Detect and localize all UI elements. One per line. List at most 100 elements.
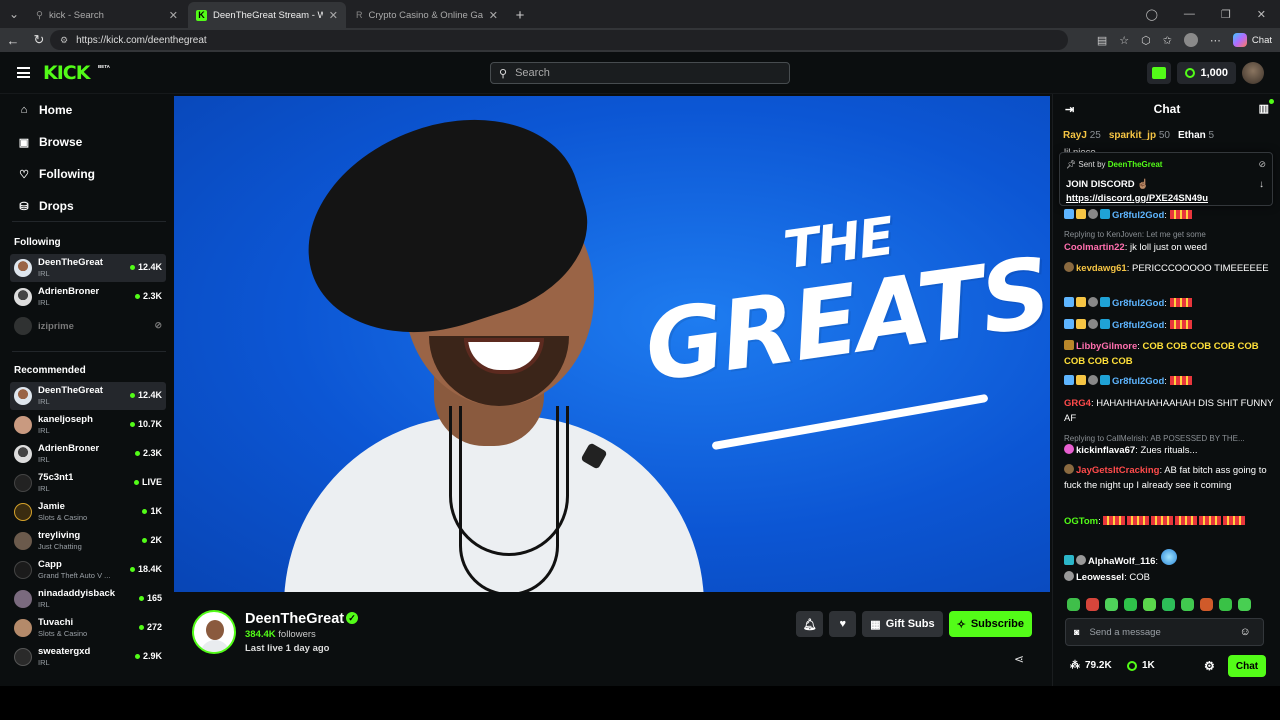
sidebar-channel[interactable]: ninadaddyisback IRL 165 [10,585,166,613]
emote-icon [1169,320,1192,329]
chat-input-box[interactable]: ◙ ☺ [1065,618,1264,646]
emote-icon[interactable] [1162,598,1175,611]
channel-category: IRL [38,600,50,609]
close-window-icon[interactable]: ✕ [1257,8,1266,21]
tab-list-menu-icon[interactable]: ⌄ [0,0,28,28]
sidebar-channel[interactable]: DeenTheGreat IRL 12.4K [10,382,166,410]
copilot-chat-button[interactable]: Chat [1232,33,1272,47]
minimize-icon[interactable]: — [1184,8,1195,20]
channel-name: AdrienBroner [38,286,100,297]
search-input[interactable] [515,67,766,79]
back-arrow-icon[interactable]: ← [0,33,26,48]
channel-avatar [14,317,32,335]
favorite-star-icon[interactable]: ☆ [1119,34,1129,47]
profile-avatar[interactable] [1183,33,1198,47]
emote-icon[interactable] [1086,598,1099,611]
new-tab-icon[interactable]: + [508,2,532,28]
maximize-icon[interactable]: ❐ [1221,8,1231,21]
sidebar-nav-home[interactable]: ⌂ Home [18,103,73,117]
collapse-chat-icon[interactable]: ⇥ [1065,103,1074,116]
viewer-count: 272 [139,622,162,632]
site-info-icon[interactable]: ⚙ [60,35,68,46]
sidebar-channel[interactable]: kaneljoseph IRL 10.7K [10,411,166,439]
sidebar-channel[interactable]: Tuvachi Slots & Casino 272 [10,614,166,642]
sidebar-channel[interactable]: AdrienBroner IRL 2.3K [10,283,166,311]
emote-icon[interactable] [1143,598,1156,611]
refresh-icon[interactable]: ↻ [26,32,52,48]
expand-arrow-icon[interactable]: ↓ [1259,179,1264,190]
sidebar-channel[interactable]: sweatergxd IRL 2.9K [10,643,166,671]
search-icon: ⚲ [36,9,43,21]
favorites-icon[interactable]: ✩ [1163,34,1172,47]
browser-tab-search[interactable]: ⚲ kick - Search ✕ [28,2,186,28]
sidebar-channel[interactable]: 75c3nt1 IRL LIVE [10,469,166,497]
gift-icon[interactable] [1147,62,1172,84]
channel-avatar [14,619,32,637]
menu-hamburger-icon[interactable] [17,67,30,78]
emote-icon[interactable] [1124,598,1137,611]
channel-points[interactable]: ⁂ 79.2K [1070,660,1112,671]
close-tab-icon[interactable]: ✕ [489,9,498,22]
sidebar-nav-following[interactable]: ♡ Following [18,167,95,181]
pinned-message[interactable]: 📌︎ Sent by DeenTheGreat JOIN DISCORD ☝🏽 … [1059,152,1273,206]
notification-bell-button[interactable]: 🔔︎ [796,611,824,637]
following-section-title: Following [14,237,61,248]
profile-circle-icon[interactable]: ◯ [1146,8,1158,21]
sidebar-nav-drops[interactable]: ⛁ Drops [18,199,74,213]
chat-users-icon[interactable]: ▥ [1259,102,1269,115]
more-options-icon[interactable]: ⋯ [1210,34,1221,47]
sidebar-channel[interactable]: treyliving Just Chatting 2K [10,527,166,555]
gift-leaderboard[interactable]: RayJ 25 sparkit_jp 50 Ethan 5 [1063,130,1280,141]
hide-eye-icon[interactable]: ⊘ [1258,159,1266,170]
user-avatar[interactable] [1242,62,1264,84]
channel-name: kaneljoseph [38,414,93,425]
browse-icon: ▣ [18,136,30,149]
kicks-balance-button[interactable]: 1,000 [1177,62,1236,84]
nav-label: Drops [39,199,74,213]
sidebar-channel[interactable]: Capp Grand Theft Auto V ... 18.4K [10,556,166,584]
gear-icon[interactable]: ⚙ [1204,659,1215,673]
close-tab-icon[interactable]: ✕ [169,9,178,22]
sidebar-nav-browse[interactable]: ▣ Browse [18,135,83,149]
emote-icon[interactable] [1219,598,1232,611]
chat-message: Gr8ful2God: [1064,374,1274,389]
kicks-points[interactable]: 1K [1127,660,1155,671]
subscribe-button[interactable]: ✧ Subscribe [948,611,1032,637]
kick-logo[interactable]: KICK [43,63,90,83]
close-tab-icon[interactable]: ✕ [329,9,338,22]
extensions-icon[interactable]: ⬡ [1141,34,1151,47]
channel-name: iziprime [38,321,74,332]
emote-icon[interactable] [1181,598,1194,611]
streamer-avatar[interactable] [192,610,236,654]
sidebar-channel[interactable]: Jamie Slots & Casino 1K [10,498,166,526]
chat-input[interactable] [1089,626,1230,638]
chat-message: Gr8ful2God: [1064,318,1274,333]
emote-icon[interactable] [1067,598,1080,611]
browser-tab-kick-stream[interactable]: K DeenTheGreat Stream - Watch Live ✕ [188,2,346,28]
streamer-name[interactable]: DeenTheGreat [245,611,344,627]
drops-icon: ⛁ [19,200,29,213]
emote-icon[interactable] [1238,598,1251,611]
chat-header: ⇥ Chat ▥ [1053,94,1280,124]
emoji-icon[interactable]: ☺ [1239,626,1250,638]
url-field[interactable]: ⚙ https://kick.com/deenthegreat [50,30,1068,50]
gift-subs-button[interactable]: ▦ Gift Subs [862,611,943,637]
sidebar-channel[interactable]: DeenTheGreat IRL 12.4K [10,254,166,282]
chat-identity-icon[interactable]: ◙ [1074,627,1079,637]
send-chat-button[interactable]: Chat [1228,655,1266,677]
pinned-link[interactable]: https://discord.gg/PXE24SN49u [1066,193,1208,204]
emote-icon [1169,298,1192,307]
share-icon[interactable]: ⋖ [1014,652,1024,666]
emote-icon[interactable] [1200,598,1213,611]
followers-number: 384.4K [245,629,276,640]
video-player[interactable]: THE GREATS [174,96,1050,592]
sidebar-channel[interactable]: AdrienBroner IRL 2.3K [10,440,166,468]
sidebar-channel[interactable]: iziprime ⊘ [10,312,166,340]
pinned-text: JOIN DISCORD ☝🏽 [1066,179,1150,190]
reader-view-icon[interactable]: ▤ [1097,34,1107,47]
browser-tab-casino[interactable]: R Crypto Casino & Online Gambling ✕ [348,2,506,28]
emote-icon[interactable] [1105,598,1118,611]
search-box[interactable]: ⚲ [490,62,790,84]
browser-tab-strip: ⌄ ⚲ kick - Search ✕ K DeenTheGreat Strea… [0,0,1280,28]
follow-button[interactable]: ♥ [829,611,857,637]
